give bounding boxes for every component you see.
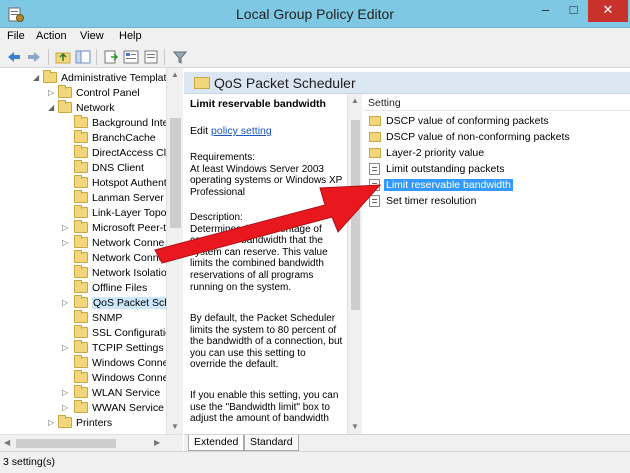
expand-arrow-icon[interactable]: ▷ [62, 388, 68, 397]
description-paragraph-enable: If you enable this setting, you can use … [190, 390, 339, 425]
collapse-arrow-icon[interactable]: ◢ [48, 103, 54, 112]
folder-icon [74, 280, 88, 293]
menu-action[interactable]: Action [36, 30, 67, 42]
settings-row[interactable]: DSCP value of conforming packets [367, 114, 629, 128]
scrollbar-thumb[interactable] [16, 439, 116, 448]
edit-policy-link[interactable]: policy setting [211, 125, 272, 137]
folder-icon [74, 265, 88, 278]
policy-setting-icon [369, 179, 380, 191]
toolbar-separator [164, 49, 165, 65]
settings-row-selected[interactable]: Limit reservable bandwidth [367, 178, 629, 192]
folder-icon [74, 250, 88, 263]
folder-icon [58, 100, 72, 113]
scroll-down-icon[interactable]: ▼ [171, 422, 179, 431]
toolbar-separator [48, 49, 49, 65]
policy-setting-icon [369, 195, 380, 207]
folder-icon [58, 415, 72, 428]
scroll-left-icon[interactable]: ◀ [4, 438, 10, 447]
settings-row[interactable]: Set timer resolution [367, 194, 629, 208]
filter-icon[interactable] [172, 49, 188, 65]
forward-arrow-icon[interactable] [26, 49, 42, 65]
scroll-up-icon[interactable]: ▲ [351, 96, 359, 105]
folder-icon [74, 160, 88, 173]
expand-arrow-icon[interactable]: ▷ [62, 223, 68, 232]
settings-list: Setting DSCP value of conforming packets… [364, 94, 630, 434]
settings-row[interactable]: Layer-2 priority value [367, 146, 629, 160]
scrollbar-thumb[interactable] [351, 120, 360, 310]
folder-icon [74, 175, 88, 188]
scroll-right-icon[interactable]: ▶ [154, 438, 160, 447]
expand-arrow-icon[interactable]: ▷ [48, 88, 54, 97]
folder-icon [74, 235, 88, 248]
tree-vertical-scrollbar[interactable]: ▲ ▼ [166, 68, 183, 434]
status-text: 3 setting(s) [3, 456, 55, 468]
scroll-down-icon[interactable]: ▼ [351, 422, 359, 431]
folder-icon [194, 77, 210, 89]
details-title: QoS Packet Scheduler [214, 75, 356, 91]
menu-view[interactable]: View [80, 30, 104, 42]
setting-column-header[interactable]: Setting [368, 97, 401, 109]
folder-icon [74, 295, 88, 308]
help-icon[interactable] [123, 49, 139, 65]
folder-icon [74, 400, 88, 413]
column-divider [364, 110, 630, 111]
close-button[interactable]: ✕ [588, 0, 628, 22]
menu-bar: File Action View Help [0, 28, 630, 46]
policy-setting-icon [369, 163, 380, 175]
tab-extended[interactable]: Extended [188, 435, 245, 451]
settings-row[interactable]: Limit outstanding packets [367, 162, 629, 176]
description-pane: Limit reservable bandwidth Edit policy s… [184, 94, 364, 434]
view-tabs: Extended Standard [184, 434, 630, 451]
settings-row[interactable]: DSCP value of non-conforming packets [367, 130, 629, 144]
folder-icon [74, 370, 88, 383]
maximize-button[interactable]: □ [560, 0, 587, 22]
edit-line: Edit policy setting [190, 125, 272, 137]
details-header: QoS Packet Scheduler [184, 72, 630, 94]
description-scrollbar[interactable]: ▲ ▼ [347, 94, 362, 434]
export-list-icon[interactable] [103, 49, 119, 65]
expand-arrow-icon[interactable]: ▷ [48, 418, 54, 427]
folder-icon [74, 190, 88, 203]
description-paragraph-default: By default, the Packet Scheduler limits … [190, 313, 343, 371]
setting-heading: Limit reservable bandwidth [190, 98, 326, 110]
folder-icon [74, 130, 88, 143]
folder-icon [74, 355, 88, 368]
title-bar: Local Group Policy Editor – □ ✕ [0, 0, 630, 28]
up-folder-icon[interactable] [55, 49, 71, 65]
folder-icon [58, 85, 72, 98]
tree-horizontal-scrollbar[interactable]: ◀ ▶ [0, 434, 183, 451]
folder-icon [369, 132, 381, 142]
show-hide-tree-icon[interactable] [75, 49, 91, 65]
folder-icon [74, 220, 88, 233]
folder-icon [43, 70, 57, 83]
folder-icon [74, 205, 88, 218]
folder-icon [369, 116, 381, 126]
navigation-tree: ◢ Administrative Templat ▷ Control Panel… [0, 68, 183, 451]
menu-file[interactable]: File [7, 30, 25, 42]
tab-standard[interactable]: Standard [244, 435, 299, 451]
scroll-up-icon[interactable]: ▲ [171, 70, 179, 79]
minimize-button[interactable]: – [532, 0, 559, 22]
requirements-text: Requirements: At least Windows Server 20… [190, 152, 343, 198]
expand-arrow-icon[interactable]: ▷ [62, 298, 68, 307]
folder-icon [74, 310, 88, 323]
folder-icon [74, 385, 88, 398]
expand-arrow-icon[interactable]: ▷ [62, 238, 68, 247]
back-arrow-icon[interactable] [6, 49, 22, 65]
menu-help[interactable]: Help [119, 30, 142, 42]
expand-arrow-icon[interactable]: ▷ [62, 343, 68, 352]
folder-icon [74, 115, 88, 128]
folder-icon [74, 325, 88, 338]
scrollbar-thumb[interactable] [170, 118, 181, 228]
status-bar: 3 setting(s) [0, 451, 630, 473]
description-text: Description: Determines the percentage o… [190, 212, 328, 293]
collapse-arrow-icon[interactable]: ◢ [33, 73, 39, 82]
folder-icon [369, 148, 381, 158]
folder-icon [74, 145, 88, 158]
toolbar [0, 46, 630, 68]
expand-arrow-icon[interactable]: ▷ [62, 403, 68, 412]
folder-icon [74, 340, 88, 353]
toolbar-separator [96, 49, 97, 65]
properties-icon[interactable] [143, 49, 159, 65]
